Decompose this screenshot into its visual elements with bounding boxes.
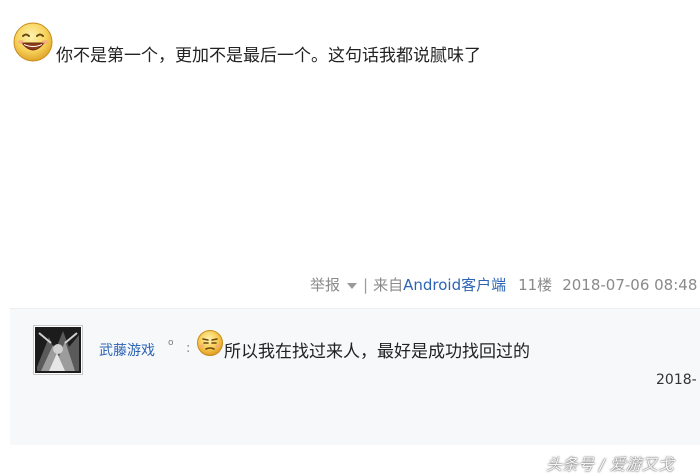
report-link[interactable]: 举报 xyxy=(310,274,340,295)
meta-separator: | xyxy=(363,275,369,294)
watermark: 头条号 / 爱游又戈 xyxy=(546,455,674,474)
post-content: 你不是第一个，更加不是最后一个。这句话我都说腻味了 xyxy=(56,46,481,66)
forum-thread: 你不是第一个，更加不是最后一个。这句话我都说腻味了 举报 | 来自 Androi… xyxy=(0,0,700,475)
reply-datetime: 2018- xyxy=(656,372,697,388)
post-datetime: 2018-07-06 08:48 xyxy=(562,275,698,294)
grinning-emoji-icon xyxy=(12,21,54,67)
user-badge: o xyxy=(168,338,174,348)
reply-username[interactable]: 武藤游戏 xyxy=(99,340,155,360)
post-meta: 举报 | 来自 Android客户端 11楼 2018-07-06 08:48 xyxy=(310,274,697,295)
annoyed-emoji-icon xyxy=(196,329,224,361)
chevron-down-icon[interactable] xyxy=(347,282,358,289)
client-link[interactable]: Android客户端 xyxy=(403,274,506,295)
reply-content: 所以我在找过来人，最好是成功找回过的 xyxy=(224,342,530,362)
avatar[interactable] xyxy=(33,325,83,375)
reply-section: 武藤游戏 o : 所以我在找过来人，最好是成功找回过的 2018- xyxy=(10,308,700,445)
floor-number: 11楼 xyxy=(518,276,553,294)
reply-colon: : xyxy=(186,341,191,356)
source-label: 来自 xyxy=(373,276,404,294)
